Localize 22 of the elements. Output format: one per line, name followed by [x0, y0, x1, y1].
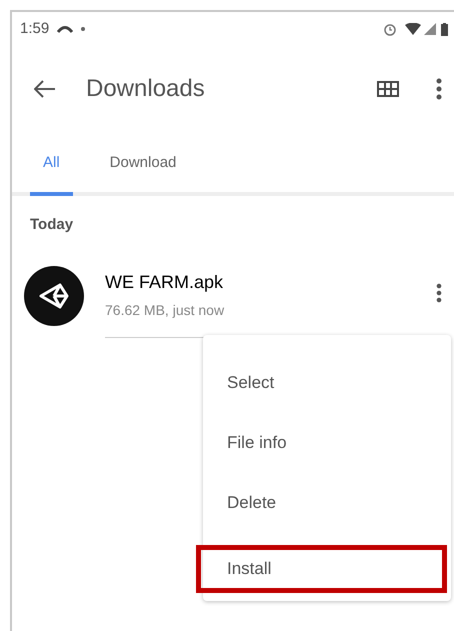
- menu-item[interactable]: Delete: [203, 473, 451, 533]
- tab[interactable]: All: [30, 152, 73, 196]
- signal-icon: [424, 23, 436, 35]
- grid-view-icon[interactable]: [377, 81, 399, 97]
- tab[interactable]: Download: [96, 152, 190, 196]
- back-arrow-icon[interactable]: [34, 80, 56, 98]
- menu-item[interactable]: Install: [196, 545, 447, 593]
- file-name[interactable]: WE FARM.apk: [105, 268, 426, 296]
- more-options-icon[interactable]: [436, 78, 442, 100]
- alarm-icon: [383, 22, 397, 36]
- cloud-icon: [57, 25, 74, 33]
- screen-title: Downloads: [86, 74, 205, 104]
- more-options-icon[interactable]: [436, 283, 442, 303]
- menu-item[interactable]: File info: [203, 413, 451, 473]
- section-heading: Today: [29, 215, 74, 235]
- battery-icon: [441, 22, 448, 36]
- unity-logo-icon: [24, 266, 84, 326]
- status-time: 1:59: [20, 18, 50, 39]
- file-details: 76.62 MB, just now: [105, 300, 226, 320]
- wifi-icon: [405, 23, 421, 35]
- dot-icon: [81, 27, 86, 31]
- menu-item[interactable]: Select: [203, 353, 451, 413]
